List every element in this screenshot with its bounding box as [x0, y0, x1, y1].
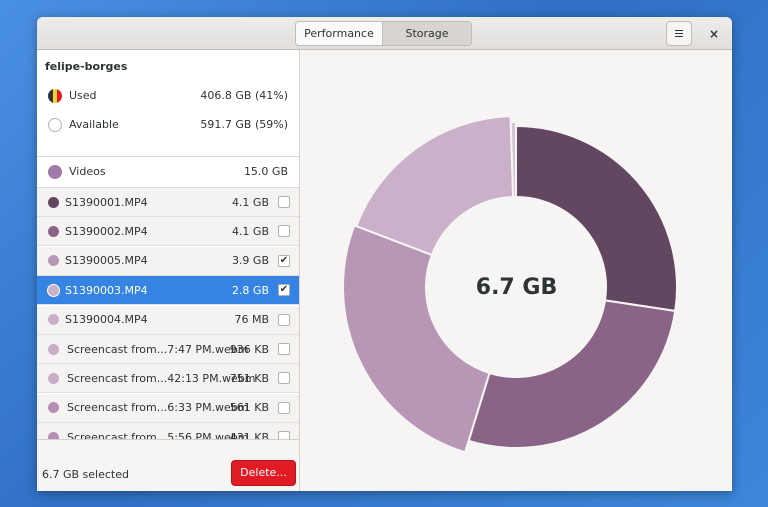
- ring-segment[interactable]: [354, 115, 515, 257]
- file-label: S1390003.MP4: [65, 283, 148, 297]
- file-row[interactable]: Screencast from...6:33 PM.webm 561 KB: [37, 393, 299, 423]
- selection-footer: 6.7 GB selected Delete...: [37, 439, 300, 491]
- tab-storage[interactable]: Storage: [383, 22, 471, 45]
- file-checkbox[interactable]: ✔: [278, 254, 290, 267]
- file-size: 2.8 GB: [231, 283, 269, 297]
- ring-chart-svg: [342, 115, 678, 454]
- file-color-icon: [48, 196, 59, 208]
- used-row: Used 406.8 GB (41%): [37, 81, 299, 110]
- view-switcher: Performance Storage: [295, 21, 472, 46]
- close-button[interactable]: ×: [704, 24, 724, 44]
- selection-summary: 6.7 GB selected: [42, 468, 129, 481]
- file-checkbox[interactable]: [278, 225, 290, 238]
- ring-segment[interactable]: [467, 299, 677, 449]
- file-row[interactable]: Screencast from...42:13 PM.webm 751 KB: [37, 364, 299, 394]
- file-row[interactable]: S1390002.MP4 4.1 GB: [37, 217, 299, 247]
- close-icon: ×: [708, 27, 720, 41]
- file-row[interactable]: S1390005.MP4 3.9 GB ✔: [37, 246, 299, 276]
- file-checkbox[interactable]: ✔: [278, 284, 290, 297]
- file-color-icon: [48, 402, 59, 414]
- available-row: Available 591.7 GB (59%): [37, 110, 299, 139]
- tab-performance[interactable]: Performance: [296, 22, 383, 45]
- storage-sidebar: felipe-borges Used 406.8 GB (41%) Availa…: [37, 50, 300, 491]
- used-label: Used: [69, 89, 97, 102]
- file-color-icon: [48, 225, 59, 237]
- file-size: 4.1 GB: [231, 195, 269, 209]
- file-size: 3.9 GB: [231, 254, 269, 268]
- storage-ring-chart: 6.7 GB: [301, 50, 732, 491]
- file-row[interactable]: S1390004.MP4 76 MB: [37, 305, 299, 335]
- available-legend-icon: [48, 117, 62, 132]
- file-size: 936 KB: [229, 342, 269, 356]
- app-window: Performance Storage × felipe-borges Used…: [37, 17, 732, 491]
- file-size: 751 KB: [229, 371, 269, 385]
- file-row[interactable]: S1390003.MP4 2.8 GB ✔: [37, 276, 299, 306]
- folder-row-videos[interactable]: Videos 15.0 GB: [37, 157, 299, 186]
- root-folder-name: felipe-borges: [45, 60, 128, 73]
- folder-label: Videos: [69, 165, 106, 178]
- available-value: 591.7 GB (59%): [200, 118, 288, 131]
- file-size: 4.1 GB: [231, 224, 269, 238]
- menu-button[interactable]: [666, 21, 692, 46]
- hamburger-icon: [675, 30, 683, 37]
- file-color-icon: [48, 372, 59, 384]
- file-color-icon: [48, 255, 59, 267]
- file-label: S1390005.MP4: [65, 254, 148, 268]
- file-label: Screencast from...7:47 PM.webm: [67, 342, 249, 356]
- used-legend-icon: [48, 88, 62, 103]
- available-label: Available: [69, 118, 119, 131]
- file-checkbox[interactable]: [278, 313, 290, 326]
- header-bar: Performance Storage ×: [37, 17, 732, 50]
- file-row[interactable]: S1390001.MP4 4.1 GB: [37, 188, 299, 217]
- file-label: S1390001.MP4: [65, 195, 148, 209]
- delete-button[interactable]: Delete...: [231, 460, 296, 486]
- ring-center-label: 6.7 GB: [475, 275, 558, 300]
- folder-value: 15.0 GB: [243, 165, 288, 178]
- file-checkbox[interactable]: [278, 196, 290, 208]
- file-size: 561 KB: [229, 401, 269, 415]
- file-color-icon: [48, 343, 59, 355]
- ring-segment[interactable]: [342, 224, 491, 454]
- file-label: Screencast from...42:13 PM.webm: [67, 371, 256, 385]
- file-label: Screencast from...6:33 PM.webm: [67, 401, 249, 415]
- file-label: S1390002.MP4: [65, 224, 148, 238]
- file-checkbox[interactable]: [278, 401, 290, 414]
- file-checkbox[interactable]: [278, 372, 290, 385]
- folder-color-icon: [48, 164, 62, 179]
- file-color-icon: [48, 314, 59, 326]
- used-value: 406.8 GB (41%): [200, 89, 288, 102]
- file-label: S1390004.MP4: [65, 313, 148, 327]
- file-size: 76 MB: [234, 313, 269, 327]
- file-row[interactable]: Screencast from...7:47 PM.webm 936 KB: [37, 335, 299, 364]
- file-color-icon: [48, 284, 59, 296]
- file-checkbox[interactable]: [278, 343, 290, 355]
